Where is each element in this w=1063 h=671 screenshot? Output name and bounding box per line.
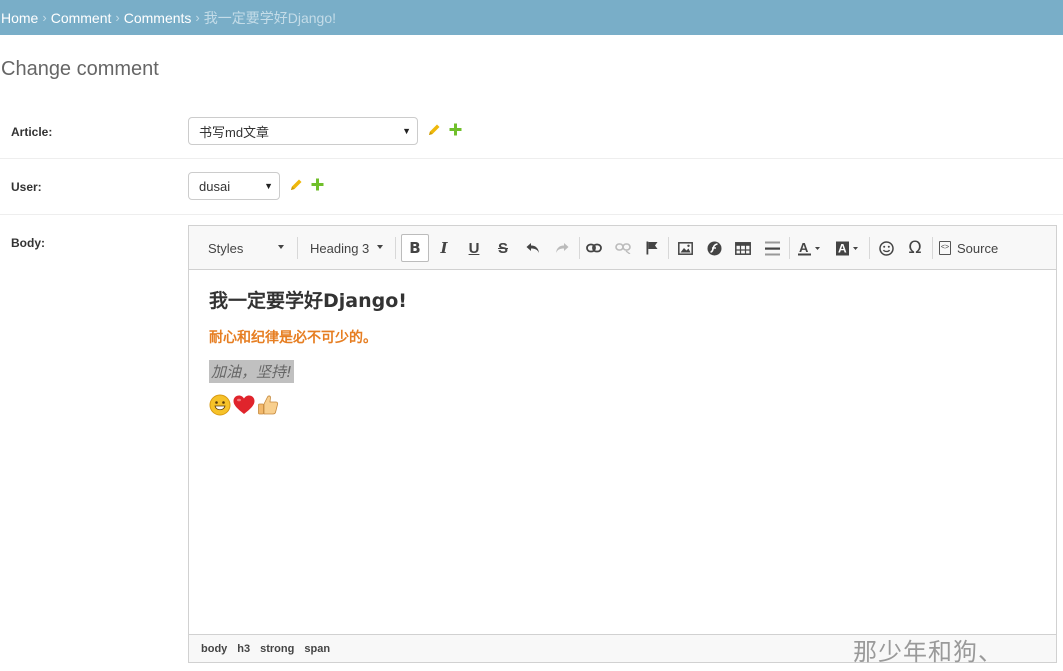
smiley-icon [878, 240, 894, 256]
format-dropdown[interactable]: Heading 3 [299, 235, 391, 261]
format-dropdown-label: Heading 3 [310, 240, 370, 256]
user-select-value: dusai [199, 178, 231, 194]
toolbar-divider [395, 237, 396, 259]
table-button[interactable] [729, 234, 757, 262]
unlink-icon [615, 243, 631, 254]
undo-icon [526, 243, 539, 253]
bold-button[interactable]: B [401, 234, 429, 262]
chevron-down-icon: ▼ [264, 181, 273, 191]
body-label: Body: [11, 236, 45, 250]
breadcrumb-comment-app[interactable]: Comment [51, 10, 112, 26]
thumbs-up-emoji-icon [257, 394, 279, 420]
flash-button[interactable] [700, 234, 728, 262]
breadcrumb-separator: › [115, 10, 120, 25]
edit-article-icon[interactable] [428, 123, 441, 136]
bold-icon: B [409, 239, 421, 257]
anchor-button[interactable] [638, 234, 666, 262]
article-label: Article: [11, 125, 53, 139]
emoji-row [209, 394, 1046, 420]
toolbar-divider [869, 237, 870, 259]
redo-icon [556, 243, 569, 253]
styles-dropdown[interactable]: Styles [197, 235, 292, 261]
article-select-value: 书写md文章 [199, 124, 270, 140]
edit-user-icon[interactable] [290, 178, 303, 191]
breadcrumb-home[interactable]: Home [1, 10, 38, 26]
add-user-icon[interactable] [311, 178, 324, 191]
path-item-strong[interactable]: strong [260, 643, 294, 655]
breadcrumb-current: 我一定要学好Django! [203, 9, 337, 26]
form-row-body: Body: Styles Heading 3 B I U S A A Ω <> … [0, 215, 1063, 671]
watermark: 那少年和狗、 [853, 638, 1003, 666]
link-icon [586, 243, 602, 253]
background-color-button[interactable]: A [831, 234, 865, 262]
source-button[interactable]: <> Source [939, 235, 998, 261]
chevron-down-icon [278, 245, 284, 249]
source-icon: <> [939, 241, 951, 255]
smiley-button[interactable] [872, 234, 900, 262]
styles-dropdown-label: Styles [208, 240, 244, 256]
omega-icon: Ω [908, 238, 922, 258]
link-button[interactable] [580, 234, 608, 262]
content-heading: 我一定要学好Django! [209, 290, 407, 312]
heart-emoji-icon [233, 395, 255, 419]
source-label: Source [957, 240, 999, 256]
path-item-h3[interactable]: h3 [237, 643, 250, 655]
user-label: User: [11, 180, 42, 194]
svg-text:A: A [838, 241, 847, 255]
unlink-button[interactable] [609, 234, 637, 262]
horizontal-rule-icon [764, 241, 780, 255]
text-color-icon: A [798, 241, 820, 255]
content-strong: 耐心和纪律是必不可少的。 [209, 330, 377, 346]
redo-button[interactable] [548, 234, 576, 262]
italic-button[interactable]: I [430, 234, 458, 262]
special-char-button[interactable]: Ω [901, 234, 929, 262]
breadcrumb-separator: › [42, 10, 47, 25]
chevron-down-icon [377, 245, 383, 249]
path-item-body[interactable]: body [201, 643, 227, 655]
form-row-article: Article: 书写md文章 ▼ [0, 104, 1063, 159]
form-row-user: User: dusai ▼ [0, 159, 1063, 215]
underline-icon: U [468, 239, 480, 257]
undo-button[interactable] [519, 234, 547, 262]
content-italic-span: 加油，坚持! [209, 360, 295, 383]
editor-content[interactable]: 我一定要学好Django! 耐心和纪律是必不可少的。 加油，坚持! [209, 286, 1046, 419]
path-item-span[interactable]: span [304, 643, 330, 655]
strikethrough-button[interactable]: S [489, 234, 517, 262]
italic-icon: I [440, 239, 448, 257]
image-icon [677, 241, 693, 255]
background-color-icon: A [836, 241, 858, 255]
table-icon [735, 241, 751, 255]
smile-emoji-icon [209, 394, 231, 420]
add-article-icon[interactable] [449, 123, 462, 136]
rich-text-editor: Styles Heading 3 B I U S A A Ω <> Source… [188, 225, 1057, 663]
user-select[interactable]: dusai ▼ [188, 172, 280, 200]
horizontal-rule-button[interactable] [758, 234, 786, 262]
image-button[interactable] [671, 234, 699, 262]
underline-button[interactable]: U [460, 234, 488, 262]
breadcrumb-separator: › [195, 10, 200, 25]
breadcrumb-comments[interactable]: Comments [124, 10, 192, 26]
toolbar-divider [668, 237, 669, 259]
toolbar-divider [789, 237, 790, 259]
breadcrumb: Home › Comment › Comments › 我一定要学好Django… [0, 0, 1063, 35]
text-color-button[interactable]: A [793, 234, 827, 262]
strikethrough-icon: S [497, 239, 508, 257]
page-title: Change comment [1, 58, 159, 80]
toolbar-divider [297, 237, 298, 259]
svg-text:A: A [799, 241, 809, 255]
chevron-down-icon: ▼ [402, 126, 411, 136]
article-select[interactable]: 书写md文章 ▼ [188, 117, 418, 145]
editor-toolbar: Styles Heading 3 B I U S A A Ω <> Source [189, 226, 1056, 270]
toolbar-divider [932, 237, 933, 259]
flash-icon [707, 241, 721, 255]
flag-icon [646, 241, 658, 255]
